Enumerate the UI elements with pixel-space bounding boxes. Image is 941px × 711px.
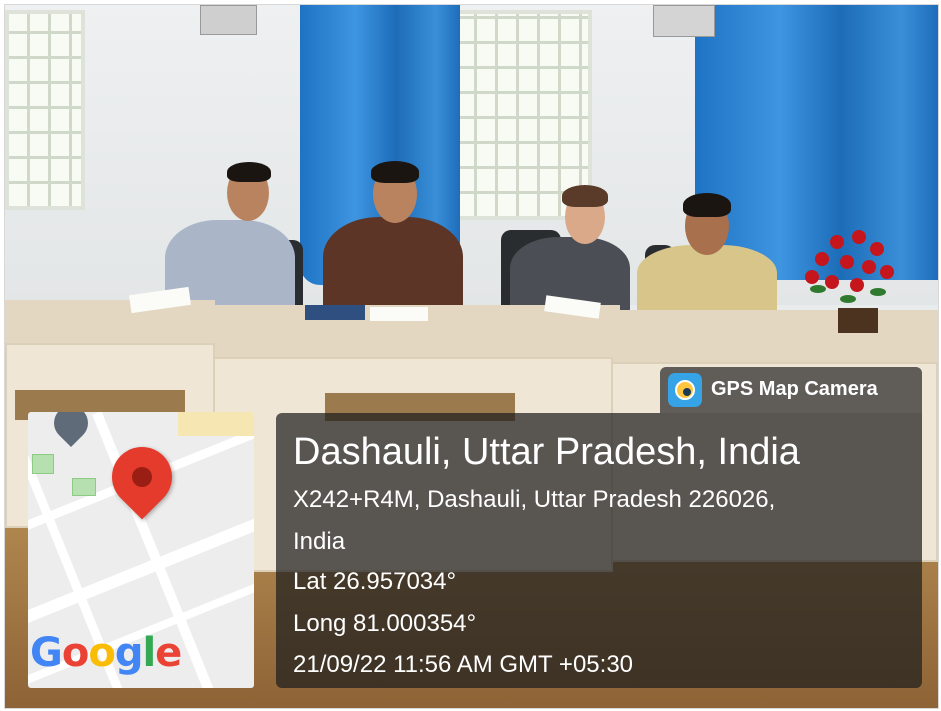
app-name: GPS Map Camera	[711, 378, 878, 400]
rose	[850, 278, 864, 292]
google-logo: Google	[30, 630, 182, 676]
map-thumbnail[interactable]: Google	[28, 412, 254, 688]
person-4	[637, 245, 777, 315]
address-line-2: India	[293, 528, 346, 555]
rose	[815, 252, 829, 266]
logo-lens-center	[683, 388, 691, 396]
address-line-1: X242+R4M, Dashauli, Uttar Pradesh 226026…	[293, 486, 776, 513]
longitude-text: Long 81.000354°	[293, 610, 477, 637]
location-title: Dashauli, Uttar Pradesh, India	[293, 431, 800, 473]
person-1-hair	[227, 162, 271, 182]
rose	[870, 242, 884, 256]
map-marker-icon	[46, 412, 96, 448]
leaf	[810, 285, 826, 293]
datetime-text: 21/09/22 11:56 AM GMT +05:30	[293, 651, 634, 678]
location-info-box: Dashauli, Uttar Pradesh, India X242+R4M,…	[276, 413, 922, 688]
rose	[880, 265, 894, 279]
map-green-area	[32, 454, 54, 474]
pin-center	[127, 462, 157, 492]
left-window	[5, 10, 85, 210]
rose	[840, 255, 854, 269]
gps-map-camera-badge: GPS Map Camera	[660, 367, 922, 413]
leaf	[840, 295, 856, 303]
paper-sheet	[370, 307, 428, 321]
rose	[825, 275, 839, 289]
gps-map-camera-logo-icon	[668, 373, 702, 407]
person-2-hair	[371, 161, 419, 183]
vase	[838, 308, 878, 333]
rose	[830, 235, 844, 249]
rose	[805, 270, 819, 284]
person-2	[323, 217, 463, 317]
logo-lens	[675, 380, 695, 400]
rose	[862, 260, 876, 274]
leaf	[870, 288, 886, 296]
person-4-hair	[683, 193, 731, 217]
wall-box-2	[653, 5, 715, 37]
flower-vase	[800, 230, 900, 335]
person-3-hair	[562, 185, 608, 207]
map-yellow-area	[178, 412, 254, 436]
wall-box-1	[200, 5, 257, 35]
folder	[305, 305, 365, 320]
rose	[852, 230, 866, 244]
map-green-area	[72, 478, 96, 496]
latitude-text: Lat 26.957034°	[293, 568, 457, 595]
desk-top-left	[5, 300, 215, 348]
